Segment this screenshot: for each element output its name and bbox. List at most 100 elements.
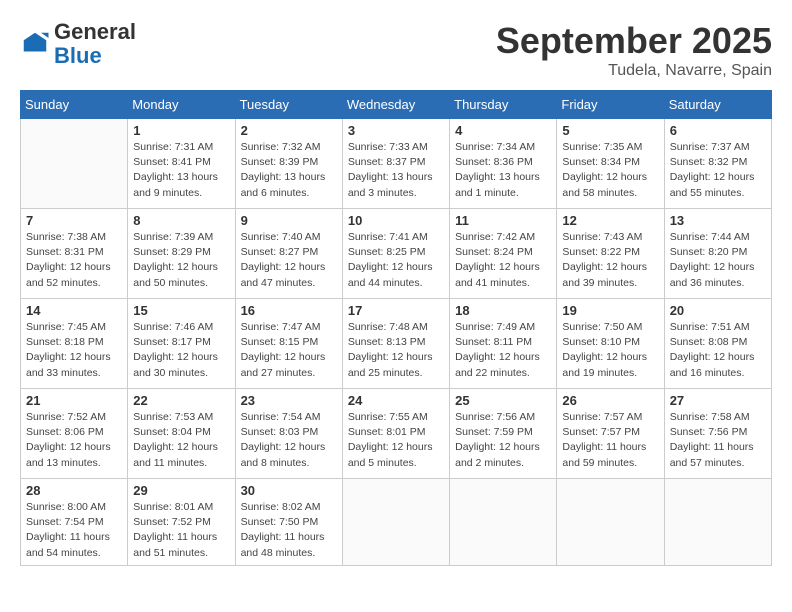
calendar-cell: 9 Sunrise: 7:40 AMSunset: 8:27 PMDaylight… bbox=[235, 209, 342, 299]
location-text: Tudela, Navarre, Spain bbox=[496, 62, 772, 80]
calendar-cell: 25Sunrise: 7:56 AMSunset: 7:59 PMDayligh… bbox=[450, 389, 557, 479]
day-info: Sunrise: 7:50 AMSunset: 8:10 PMDaylight:… bbox=[562, 320, 658, 381]
day-number: 5 bbox=[562, 123, 658, 138]
calendar-cell: 19 Sunrise: 7:50 AMSunset: 8:10 PMDayligh… bbox=[557, 299, 664, 389]
day-info: Sunrise: 7:42 AMSunset: 8:24 PMDaylight:… bbox=[455, 230, 551, 291]
calendar-cell: 4 Sunrise: 7:34 AMSunset: 8:36 PMDaylight… bbox=[450, 119, 557, 209]
calendar-cell: 18 Sunrise: 7:49 AMSunset: 8:11 PMDayligh… bbox=[450, 299, 557, 389]
day-number: 16 bbox=[241, 303, 337, 318]
calendar-cell: 29Sunrise: 8:01 AMSunset: 7:52 PMDayligh… bbox=[128, 479, 235, 566]
day-number: 20 bbox=[670, 303, 766, 318]
calendar-cell: 10 Sunrise: 7:41 AMSunset: 8:25 PMDayligh… bbox=[342, 209, 449, 299]
day-number: 1 bbox=[133, 123, 229, 138]
calendar-cell: 26 Sunrise: 7:57 AMSunset: 7:57 PMDayligh… bbox=[557, 389, 664, 479]
day-info: Sunrise: 7:48 AMSunset: 8:13 PMDaylight:… bbox=[348, 320, 444, 381]
header-row: SundayMondayTuesdayWednesdayThursdayFrid… bbox=[21, 91, 772, 119]
day-info: Sunrise: 7:40 AMSunset: 8:27 PMDaylight:… bbox=[241, 230, 337, 291]
day-number: 28 bbox=[26, 483, 122, 498]
header-day-tuesday: Tuesday bbox=[235, 91, 342, 119]
calendar-week-1: 1Sunrise: 7:31 AMSunset: 8:41 PMDaylight… bbox=[21, 119, 772, 209]
day-info: Sunrise: 7:41 AMSunset: 8:25 PMDaylight:… bbox=[348, 230, 444, 291]
day-number: 7 bbox=[26, 213, 122, 228]
calendar-cell: 21 Sunrise: 7:52 AMSunset: 8:06 PMDayligh… bbox=[21, 389, 128, 479]
day-number: 8 bbox=[133, 213, 229, 228]
day-number: 12 bbox=[562, 213, 658, 228]
day-number: 30 bbox=[241, 483, 337, 498]
day-info: Sunrise: 7:57 AMSunset: 7:57 PMDaylight:… bbox=[562, 410, 658, 471]
calendar-cell bbox=[664, 479, 771, 566]
calendar-cell: 3 Sunrise: 7:33 AMSunset: 8:37 PMDaylight… bbox=[342, 119, 449, 209]
logo-blue-text: Blue bbox=[54, 43, 102, 68]
day-number: 4 bbox=[455, 123, 551, 138]
day-info: Sunrise: 7:53 AMSunset: 8:04 PMDaylight:… bbox=[133, 410, 229, 471]
day-number: 23 bbox=[241, 393, 337, 408]
calendar-cell: 22 Sunrise: 7:53 AMSunset: 8:04 PMDayligh… bbox=[128, 389, 235, 479]
calendar-cell: 14 Sunrise: 7:45 AMSunset: 8:18 PMDayligh… bbox=[21, 299, 128, 389]
calendar-body: 1Sunrise: 7:31 AMSunset: 8:41 PMDaylight… bbox=[21, 119, 772, 566]
calendar-cell bbox=[21, 119, 128, 209]
logo-general-text: General bbox=[54, 19, 136, 44]
day-info: Sunrise: 7:37 AMSunset: 8:32 PMDaylight:… bbox=[670, 140, 766, 201]
calendar-cell: 5Sunrise: 7:35 AMSunset: 8:34 PMDaylight… bbox=[557, 119, 664, 209]
day-number: 9 bbox=[241, 213, 337, 228]
day-number: 18 bbox=[455, 303, 551, 318]
day-number: 3 bbox=[348, 123, 444, 138]
calendar-cell: 2 Sunrise: 7:32 AMSunset: 8:39 PMDaylight… bbox=[235, 119, 342, 209]
day-number: 11 bbox=[455, 213, 551, 228]
day-info: Sunrise: 7:43 AMSunset: 8:22 PMDaylight:… bbox=[562, 230, 658, 291]
calendar-cell: 15 Sunrise: 7:46 AMSunset: 8:17 PMDayligh… bbox=[128, 299, 235, 389]
day-info: Sunrise: 7:32 AMSunset: 8:39 PMDaylight:… bbox=[241, 140, 337, 201]
day-number: 25 bbox=[455, 393, 551, 408]
calendar-cell: 13 Sunrise: 7:44 AMSunset: 8:20 PMDayligh… bbox=[664, 209, 771, 299]
day-info: Sunrise: 7:34 AMSunset: 8:36 PMDaylight:… bbox=[455, 140, 551, 201]
day-info: Sunrise: 8:00 AMSunset: 7:54 PMDaylight:… bbox=[26, 500, 122, 561]
logo-icon bbox=[20, 29, 50, 59]
day-number: 29 bbox=[133, 483, 229, 498]
page-header: General Blue September 2025 Tudela, Nava… bbox=[20, 20, 772, 80]
calendar-week-5: 28 Sunrise: 8:00 AMSunset: 7:54 PMDayligh… bbox=[21, 479, 772, 566]
day-number: 10 bbox=[348, 213, 444, 228]
day-number: 2 bbox=[241, 123, 337, 138]
day-info: Sunrise: 7:39 AMSunset: 8:29 PMDaylight:… bbox=[133, 230, 229, 291]
day-number: 22 bbox=[133, 393, 229, 408]
logo-text: General Blue bbox=[54, 20, 136, 68]
calendar-cell: 11 Sunrise: 7:42 AMSunset: 8:24 PMDayligh… bbox=[450, 209, 557, 299]
day-info: Sunrise: 7:46 AMSunset: 8:17 PMDaylight:… bbox=[133, 320, 229, 381]
title-block: September 2025 Tudela, Navarre, Spain bbox=[496, 20, 772, 80]
day-info: Sunrise: 7:47 AMSunset: 8:15 PMDaylight:… bbox=[241, 320, 337, 381]
calendar-cell: 17 Sunrise: 7:48 AMSunset: 8:13 PMDayligh… bbox=[342, 299, 449, 389]
day-info: Sunrise: 7:44 AMSunset: 8:20 PMDaylight:… bbox=[670, 230, 766, 291]
day-number: 27 bbox=[670, 393, 766, 408]
header-day-wednesday: Wednesday bbox=[342, 91, 449, 119]
header-day-sunday: Sunday bbox=[21, 91, 128, 119]
day-number: 14 bbox=[26, 303, 122, 318]
day-number: 24 bbox=[348, 393, 444, 408]
day-info: Sunrise: 7:54 AMSunset: 8:03 PMDaylight:… bbox=[241, 410, 337, 471]
day-number: 15 bbox=[133, 303, 229, 318]
header-day-friday: Friday bbox=[557, 91, 664, 119]
day-number: 26 bbox=[562, 393, 658, 408]
day-number: 13 bbox=[670, 213, 766, 228]
calendar-cell: 20 Sunrise: 7:51 AMSunset: 8:08 PMDayligh… bbox=[664, 299, 771, 389]
day-number: 19 bbox=[562, 303, 658, 318]
day-number: 21 bbox=[26, 393, 122, 408]
calendar-cell: 24 Sunrise: 7:55 AMSunset: 8:01 PMDayligh… bbox=[342, 389, 449, 479]
calendar-week-3: 14 Sunrise: 7:45 AMSunset: 8:18 PMDayligh… bbox=[21, 299, 772, 389]
day-info: Sunrise: 7:49 AMSunset: 8:11 PMDaylight:… bbox=[455, 320, 551, 381]
calendar-cell: 30Sunrise: 8:02 AMSunset: 7:50 PMDayligh… bbox=[235, 479, 342, 566]
header-day-monday: Monday bbox=[128, 91, 235, 119]
calendar-cell: 16 Sunrise: 7:47 AMSunset: 8:15 PMDayligh… bbox=[235, 299, 342, 389]
day-number: 17 bbox=[348, 303, 444, 318]
day-info: Sunrise: 7:45 AMSunset: 8:18 PMDaylight:… bbox=[26, 320, 122, 381]
calendar-cell: 27Sunrise: 7:58 AMSunset: 7:56 PMDayligh… bbox=[664, 389, 771, 479]
day-info: Sunrise: 7:33 AMSunset: 8:37 PMDaylight:… bbox=[348, 140, 444, 201]
day-info: Sunrise: 7:52 AMSunset: 8:06 PMDaylight:… bbox=[26, 410, 122, 471]
calendar-cell: 12 Sunrise: 7:43 AMSunset: 8:22 PMDayligh… bbox=[557, 209, 664, 299]
calendar-cell: 7Sunrise: 7:38 AMSunset: 8:31 PMDaylight… bbox=[21, 209, 128, 299]
day-number: 6 bbox=[670, 123, 766, 138]
day-info: Sunrise: 7:51 AMSunset: 8:08 PMDaylight:… bbox=[670, 320, 766, 381]
header-day-saturday: Saturday bbox=[664, 91, 771, 119]
logo: General Blue bbox=[20, 20, 136, 68]
calendar-cell: 28 Sunrise: 8:00 AMSunset: 7:54 PMDayligh… bbox=[21, 479, 128, 566]
day-info: Sunrise: 7:55 AMSunset: 8:01 PMDaylight:… bbox=[348, 410, 444, 471]
